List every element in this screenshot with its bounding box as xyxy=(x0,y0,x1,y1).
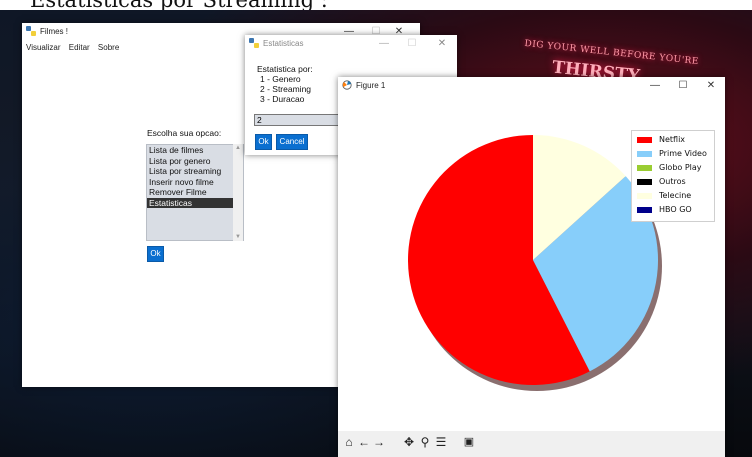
stats-prompt-line-2: 1 - Genero xyxy=(260,74,301,84)
legend-swatch-hbo-go xyxy=(637,207,652,213)
filmes-title: Filmes ! xyxy=(40,27,68,36)
menu-editar[interactable]: Editar xyxy=(69,43,90,52)
legend-label-outros: Outros xyxy=(659,177,686,186)
forward-arrow-icon[interactable]: → xyxy=(372,435,386,449)
list-item-lista-por-streaming[interactable]: Lista por streaming xyxy=(147,166,243,177)
save-icon[interactable]: ▣ xyxy=(462,435,476,449)
legend-label-netflix: Netflix xyxy=(659,135,686,144)
python-icon xyxy=(249,38,259,48)
pan-icon[interactable]: ✥ xyxy=(402,435,416,449)
stats-maximize-button[interactable]: ☐ xyxy=(401,37,423,51)
legend-swatch-prime-video xyxy=(637,151,652,157)
stats-close-button[interactable]: ✕ xyxy=(431,37,453,51)
figure-maximize-button[interactable]: ☐ xyxy=(672,79,694,93)
list-item-lista-por-genero[interactable]: Lista por genero xyxy=(147,156,243,167)
scroll-up-icon[interactable]: ▲ xyxy=(234,145,242,151)
figure-minimize-button[interactable]: — xyxy=(644,79,666,93)
figure-toolbar: ⌂ ← → ✥ ⚲ ☰ ▣ xyxy=(338,431,725,457)
scroll-down-icon[interactable]: ▼ xyxy=(234,234,242,240)
list-item-remover-filme[interactable]: Remover Filme xyxy=(147,187,243,198)
stats-prompt-line-1: Estatistica por: xyxy=(257,64,313,74)
options-listbox[interactable]: Lista de filmes Lista por genero Lista p… xyxy=(146,144,244,241)
stats-minimize-button[interactable]: — xyxy=(373,37,395,51)
stats-cancel-button[interactable]: Cancel xyxy=(276,134,308,150)
filmes-ok-button[interactable]: Ok xyxy=(147,246,164,262)
list-item-estatisticas[interactable]: Estatisticas xyxy=(147,197,243,208)
configure-subplots-icon[interactable]: ☰ xyxy=(434,435,448,449)
zoom-icon[interactable]: ⚲ xyxy=(418,435,432,449)
matplotlib-icon xyxy=(342,80,352,90)
figure-window: Figure 1 — ☐ ✕ Netflix Prime Video Globo… xyxy=(338,77,725,457)
legend-swatch-netflix xyxy=(637,137,652,143)
estatisticas-titlebar[interactable]: Estatisticas — ☐ ✕ xyxy=(245,35,457,53)
figure-close-button[interactable]: ✕ xyxy=(700,79,722,93)
listbox-scrollbar[interactable]: ▲ ▼ xyxy=(233,144,243,241)
chart-legend: Netflix Prime Video Globo Play Outros Te… xyxy=(631,130,715,222)
choose-option-label: Escolha sua opcao: xyxy=(147,128,222,138)
legend-label-telecine: Telecine xyxy=(659,191,692,200)
legend-swatch-telecine xyxy=(637,193,652,199)
list-item-lista-de-filmes[interactable]: Lista de filmes xyxy=(147,145,243,156)
legend-label-prime-video: Prime Video xyxy=(659,149,707,158)
stats-prompt-line-3: 2 - Streaming xyxy=(260,84,312,94)
back-arrow-icon[interactable]: ← xyxy=(357,435,371,449)
menu-visualizar[interactable]: Visualizar xyxy=(26,43,61,52)
python-icon xyxy=(26,26,36,36)
filmes-menubar: Visualizar Editar Sobre xyxy=(22,43,121,52)
stats-ok-button[interactable]: Ok xyxy=(255,134,272,150)
legend-swatch-globo-play xyxy=(637,165,652,171)
stats-prompt-line-4: 3 - Duracao xyxy=(260,94,305,104)
figure-title: Figure 1 xyxy=(356,81,386,90)
legend-swatch-outros xyxy=(637,179,652,185)
estatisticas-title: Estatisticas xyxy=(263,39,304,48)
menu-sobre[interactable]: Sobre xyxy=(98,43,119,52)
legend-label-globo-play: Globo Play xyxy=(659,163,702,172)
figure-titlebar[interactable]: Figure 1 — ☐ ✕ xyxy=(338,77,725,95)
legend-label-hbo-go: HBO GO xyxy=(659,205,692,214)
figure-canvas[interactable]: Netflix Prime Video Globo Play Outros Te… xyxy=(338,95,725,431)
list-item-inserir-novo-filme[interactable]: Inserir novo filme xyxy=(147,177,243,188)
home-icon[interactable]: ⌂ xyxy=(342,435,356,449)
